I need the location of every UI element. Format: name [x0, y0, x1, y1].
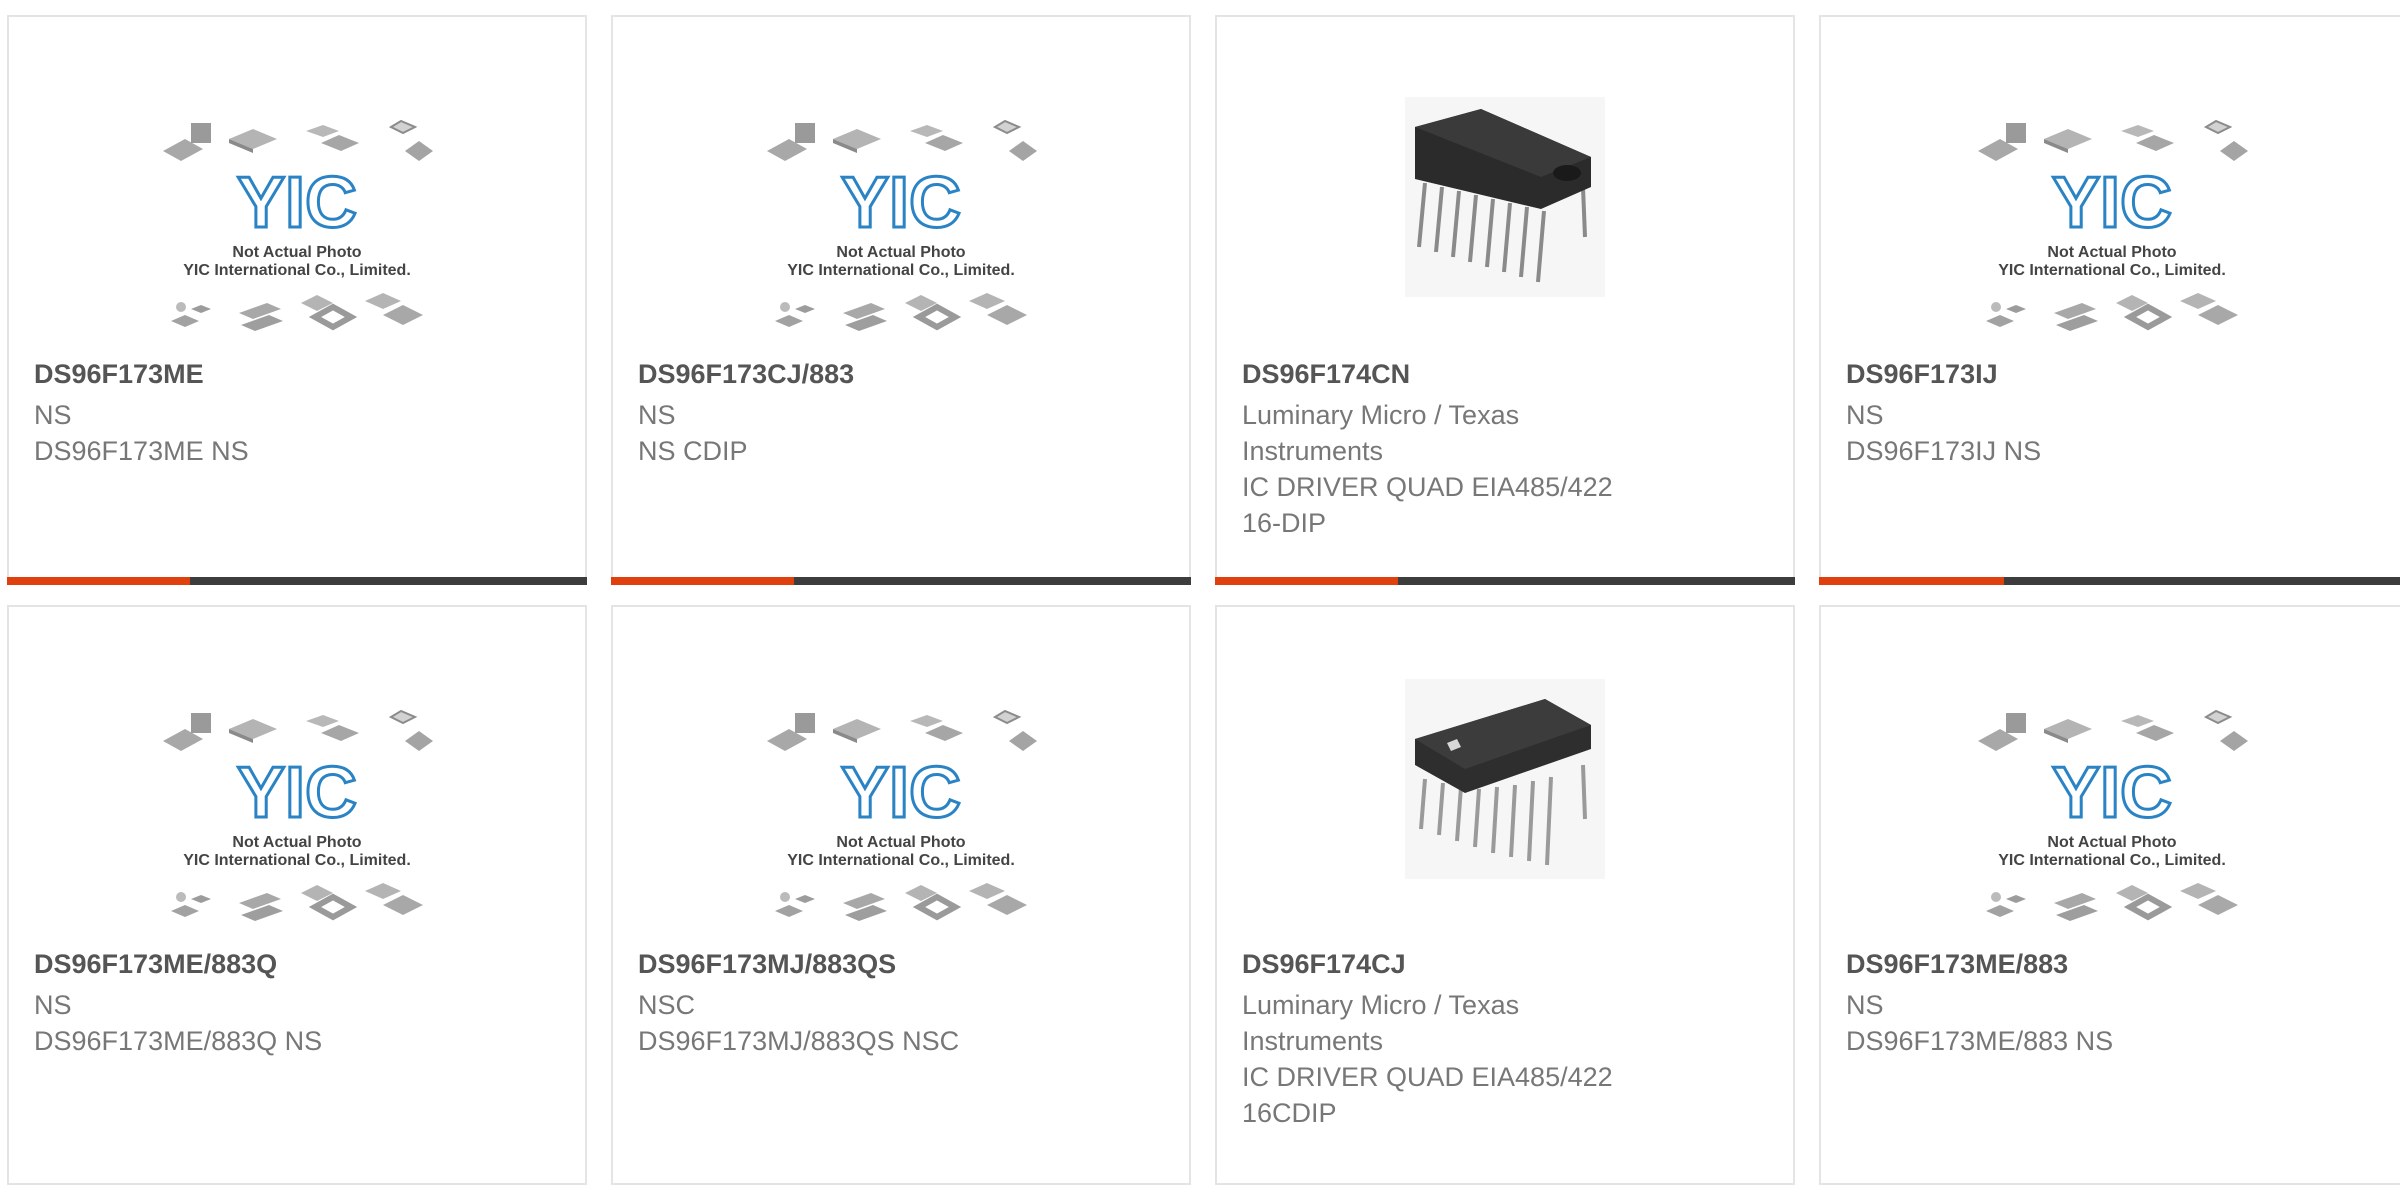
product-manufacturer: NSC	[638, 990, 696, 1020]
svg-text:YIC: YIC	[841, 753, 961, 833]
product-part-number[interactable]: DS96F174CJ	[1242, 949, 1773, 980]
yic-placeholder-image: YIC Not Actual Photo YIC International C…	[766, 120, 1038, 337]
product-manufacturer: NS	[1846, 990, 1884, 1020]
product-description: IC DRIVER QUAD EIA485/422 16CDIP	[1242, 1062, 1613, 1128]
product-card[interactable]: DS96F174CJ Luminary Micro / Texas Instru…	[1215, 605, 1795, 1185]
product-card[interactable]: YIC Not Actual Photo YIC International C…	[1819, 605, 2400, 1185]
product-manufacturer: NS	[34, 400, 72, 430]
product-image-placeholder[interactable]: YIC Not Actual Photo YIC International C…	[1821, 607, 2400, 947]
product-part-number[interactable]: DS96F173ME/883	[1846, 949, 2383, 980]
product-description: DS96F173ME/883 NS	[1846, 1026, 2114, 1056]
yic-placeholder-image: YIC Not Actual Photo YIC International C…	[162, 710, 434, 927]
svg-text:YIC: YIC	[2052, 753, 2172, 833]
svg-text:YIC International Co., Limited: YIC International Co., Limited.	[787, 262, 1015, 279]
card-progress-fill	[7, 577, 190, 585]
cdip-chip-image	[1405, 679, 1605, 879]
product-description: DS96F173ME/883Q NS	[34, 1026, 323, 1056]
product-card[interactable]: DS96F174CN Luminary Micro / Texas Instru…	[1215, 15, 1795, 585]
card-progress-fill	[1819, 577, 2004, 585]
product-image[interactable]	[1217, 607, 1793, 947]
yic-placeholder-image: YIC Not Actual Photo YIC International C…	[162, 120, 434, 337]
card-progress-bar	[7, 577, 587, 585]
svg-text:YIC: YIC	[2052, 163, 2172, 243]
product-description: NS CDIP	[638, 436, 748, 466]
card-progress-fill	[611, 577, 794, 585]
product-manufacturer: NS	[34, 990, 72, 1020]
product-part-number[interactable]: DS96F173ME	[34, 359, 565, 390]
svg-text:YIC: YIC	[237, 163, 357, 243]
product-card[interactable]: YIC Not Actual Photo YIC International C…	[611, 15, 1191, 585]
svg-text:Not Actual Photo: Not Actual Photo	[232, 834, 361, 851]
product-manufacturer: Luminary Micro / Texas Instruments	[1242, 990, 1520, 1056]
product-image-placeholder[interactable]: YIC Not Actual Photo YIC International C…	[1821, 17, 2400, 357]
svg-text:YIC: YIC	[841, 163, 961, 243]
svg-text:YIC International Co., Limited: YIC International Co., Limited.	[183, 262, 411, 279]
product-description: DS96F173IJ NS	[1846, 436, 2042, 466]
svg-text:YIC International Co., Limited: YIC International Co., Limited.	[1998, 852, 2226, 869]
product-part-number[interactable]: DS96F173IJ	[1846, 359, 2383, 390]
product-image[interactable]	[1217, 17, 1793, 357]
card-progress-bar	[1215, 577, 1795, 585]
product-card[interactable]: YIC Not Actual Photo YIC International C…	[1819, 15, 2400, 585]
product-manufacturer: NS	[1846, 400, 1884, 430]
svg-text:Not Actual Photo: Not Actual Photo	[836, 244, 965, 261]
product-part-number[interactable]: DS96F173MJ/883QS	[638, 949, 1169, 980]
product-part-number[interactable]: DS96F173ME/883Q	[34, 949, 565, 980]
product-image-placeholder[interactable]: YIC Not Actual Photo YIC International C…	[9, 17, 585, 357]
product-manufacturer: NS	[638, 400, 676, 430]
product-card[interactable]: YIC Not Actual Photo YIC International C…	[7, 15, 587, 585]
svg-text:Not Actual Photo: Not Actual Photo	[2047, 244, 2176, 261]
svg-text:Not Actual Photo: Not Actual Photo	[2047, 834, 2176, 851]
product-description: IC DRIVER QUAD EIA485/422 16-DIP	[1242, 472, 1613, 538]
svg-text:YIC International Co., Limited: YIC International Co., Limited.	[787, 852, 1015, 869]
card-progress-bar	[1819, 577, 2400, 585]
yic-placeholder-image: YIC Not Actual Photo YIC International C…	[1977, 710, 2249, 927]
svg-text:Not Actual Photo: Not Actual Photo	[836, 834, 965, 851]
product-card[interactable]: YIC Not Actual Photo YIC International C…	[611, 605, 1191, 1185]
product-card[interactable]: YIC Not Actual Photo YIC International C…	[7, 605, 587, 1185]
card-progress-fill	[1215, 577, 1398, 585]
svg-text:Not Actual Photo: Not Actual Photo	[232, 244, 361, 261]
product-part-number[interactable]: DS96F174CN	[1242, 359, 1773, 390]
svg-text:YIC: YIC	[237, 753, 357, 833]
product-part-number[interactable]: DS96F173CJ/883	[638, 359, 1169, 390]
dip-chip-image	[1405, 97, 1605, 297]
product-image-placeholder[interactable]: YIC Not Actual Photo YIC International C…	[613, 17, 1189, 357]
yic-placeholder-image: YIC Not Actual Photo YIC International C…	[766, 710, 1038, 927]
card-progress-bar	[611, 577, 1191, 585]
product-description: DS96F173ME NS	[34, 436, 249, 466]
svg-text:YIC International Co., Limited: YIC International Co., Limited.	[1998, 262, 2226, 279]
product-image-placeholder[interactable]: YIC Not Actual Photo YIC International C…	[613, 607, 1189, 947]
yic-placeholder-image: YIC Not Actual Photo YIC International C…	[1977, 120, 2249, 337]
product-image-placeholder[interactable]: YIC Not Actual Photo YIC International C…	[9, 607, 585, 947]
product-description: DS96F173MJ/883QS NSC	[638, 1026, 960, 1056]
product-manufacturer: Luminary Micro / Texas Instruments	[1242, 400, 1520, 466]
svg-text:YIC International Co., Limited: YIC International Co., Limited.	[183, 852, 411, 869]
